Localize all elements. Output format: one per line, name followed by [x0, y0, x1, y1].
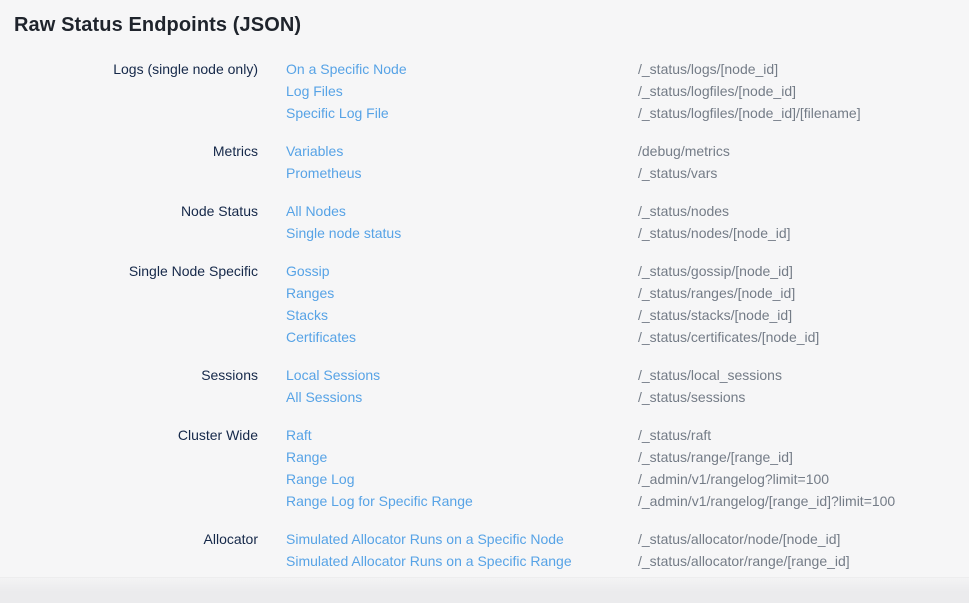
category-label: Node Status: [0, 200, 258, 222]
endpoint-path: /_status/ranges/[node_id]: [638, 282, 795, 304]
endpoint-row: Raft/_status/raft: [286, 424, 969, 446]
category-label: Allocator: [0, 528, 258, 550]
endpoint-section: Logs (single node only) On a Specific Nod…: [0, 58, 969, 124]
endpoint-link[interactable]: Simulated Allocator Runs on a Specific R…: [286, 550, 638, 572]
endpoint-path: /_status/nodes/[node_id]: [638, 222, 791, 244]
endpoint-row: Single node status/_status/nodes/[node_i…: [286, 222, 969, 244]
endpoint-path: /_status/range/[range_id]: [638, 446, 793, 468]
endpoint-row: Log Files/_status/logfiles/[node_id]: [286, 80, 969, 102]
endpoint-rows: Raft/_status/raftRange/_status/range/[ra…: [258, 424, 969, 512]
endpoint-link[interactable]: Local Sessions: [286, 364, 638, 386]
endpoint-path: /_status/gossip/[node_id]: [638, 260, 793, 282]
endpoint-row: Range Log for Specific Range/_admin/v1/r…: [286, 490, 969, 512]
endpoint-row: Simulated Allocator Runs on a Specific R…: [286, 550, 969, 572]
endpoint-section: SessionsLocal Sessions/_status/local_ses…: [0, 364, 969, 408]
endpoint-rows: Variables/debug/metricsPrometheus/_statu…: [258, 140, 969, 184]
endpoint-link[interactable]: Variables: [286, 140, 638, 162]
endpoint-row: Stacks/_status/stacks/[node_id]: [286, 304, 969, 326]
category-label: Metrics: [0, 140, 258, 162]
endpoint-row: Certificates/_status/certificates/[node_…: [286, 326, 969, 348]
endpoint-row: Gossip/_status/gossip/[node_id]: [286, 260, 969, 282]
endpoint-link[interactable]: On a Specific Node: [286, 58, 638, 80]
endpoint-path: /debug/metrics: [638, 140, 730, 162]
endpoint-row: Range Log/_admin/v1/rangelog?limit=100: [286, 468, 969, 490]
endpoint-section: Single Node SpecificGossip/_status/gossi…: [0, 260, 969, 348]
raw-status-endpoints-page: Raw Status Endpoints (JSON) Logs (single…: [0, 0, 969, 572]
endpoint-rows: Gossip/_status/gossip/[node_id]Ranges/_s…: [258, 260, 969, 348]
endpoint-section: Node StatusAll Nodes/_status/nodesSingle…: [0, 200, 969, 244]
endpoint-link[interactable]: Range Log: [286, 468, 638, 490]
endpoint-sections: Logs (single node only) On a Specific Nod…: [0, 58, 969, 572]
endpoint-section: Cluster WideRaft/_status/raftRange/_stat…: [0, 424, 969, 512]
endpoint-path: /_status/raft: [638, 424, 711, 446]
endpoint-path: /_status/logfiles/[node_id]/[filename]: [638, 102, 861, 124]
endpoint-link[interactable]: Range Log for Specific Range: [286, 490, 638, 512]
endpoint-link[interactable]: All Sessions: [286, 386, 638, 408]
page-title: Raw Status Endpoints (JSON): [0, 0, 969, 37]
endpoint-link[interactable]: Certificates: [286, 326, 638, 348]
endpoint-link[interactable]: Log Files: [286, 80, 638, 102]
endpoint-row: Simulated Allocator Runs on a Specific N…: [286, 528, 969, 550]
endpoint-link[interactable]: Raft: [286, 424, 638, 446]
endpoint-path: /_status/stacks/[node_id]: [638, 304, 792, 326]
endpoint-link[interactable]: Range: [286, 446, 638, 468]
endpoint-section: Allocator Simulated Allocator Runs on a S…: [0, 528, 969, 572]
endpoint-link[interactable]: Specific Log File: [286, 102, 638, 124]
endpoint-path: /_status/allocator/range/[range_id]: [638, 550, 850, 572]
footer-strip: [0, 577, 969, 603]
category-label: Single Node Specific: [0, 260, 258, 282]
endpoint-path: /_status/nodes: [638, 200, 729, 222]
endpoint-row: All Nodes/_status/nodes: [286, 200, 969, 222]
endpoint-link[interactable]: Ranges: [286, 282, 638, 304]
endpoint-link[interactable]: Prometheus: [286, 162, 638, 184]
endpoint-row: Range/_status/range/[range_id]: [286, 446, 969, 468]
endpoint-path: /_admin/v1/rangelog/[range_id]?limit=100: [638, 490, 895, 512]
endpoint-row: Variables/debug/metrics: [286, 140, 969, 162]
category-label: Logs (single node only): [0, 58, 258, 80]
endpoint-link[interactable]: Gossip: [286, 260, 638, 282]
endpoint-row: Specific Log File/_status/logfiles/[node…: [286, 102, 969, 124]
endpoint-row: Prometheus/_status/vars: [286, 162, 969, 184]
endpoint-path: /_admin/v1/rangelog?limit=100: [638, 468, 829, 490]
endpoint-rows: Simulated Allocator Runs on a Specific N…: [258, 528, 969, 572]
endpoint-row: All Sessions/_status/sessions: [286, 386, 969, 408]
endpoint-path: /_status/allocator/node/[node_id]: [638, 528, 840, 550]
endpoint-section: MetricsVariables/debug/metricsPrometheus…: [0, 140, 969, 184]
endpoint-path: /_status/certificates/[node_id]: [638, 326, 819, 348]
endpoint-rows: Local Sessions/_status/local_sessionsAll…: [258, 364, 969, 408]
endpoint-rows: All Nodes/_status/nodesSingle node statu…: [258, 200, 969, 244]
endpoint-row: On a Specific Node/_status/logs/[node_id…: [286, 58, 969, 80]
endpoint-row: Local Sessions/_status/local_sessions: [286, 364, 969, 386]
category-label: Sessions: [0, 364, 258, 386]
category-label: Cluster Wide: [0, 424, 258, 446]
endpoint-link[interactable]: All Nodes: [286, 200, 638, 222]
endpoint-path: /_status/logs/[node_id]: [638, 58, 778, 80]
endpoint-link[interactable]: Stacks: [286, 304, 638, 326]
endpoint-row: Ranges/_status/ranges/[node_id]: [286, 282, 969, 304]
endpoint-rows: On a Specific Node/_status/logs/[node_id…: [258, 58, 969, 124]
endpoint-path: /_status/vars: [638, 162, 717, 184]
endpoint-path: /_status/logfiles/[node_id]: [638, 80, 796, 102]
endpoint-link[interactable]: Simulated Allocator Runs on a Specific N…: [286, 528, 638, 550]
endpoint-link[interactable]: Single node status: [286, 222, 638, 244]
endpoint-path: /_status/local_sessions: [638, 364, 782, 386]
endpoint-path: /_status/sessions: [638, 386, 745, 408]
